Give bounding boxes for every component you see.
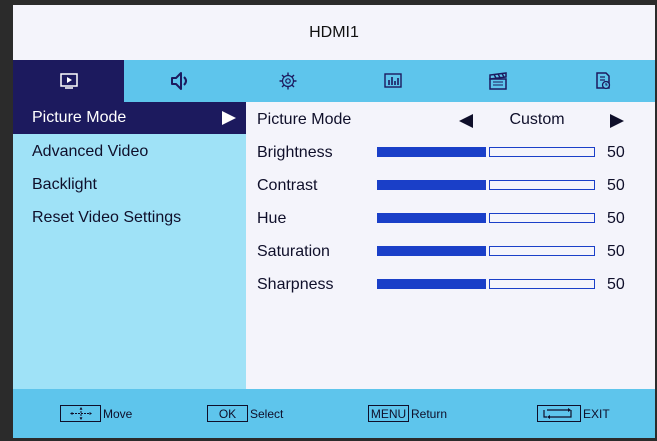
ok-key[interactable]: OK [207, 405, 248, 422]
exit-key-icon[interactable] [537, 405, 581, 422]
input-source-title: HDMI1 [13, 5, 655, 60]
gear-icon [279, 72, 297, 90]
sharpness-value: 50 [607, 276, 625, 293]
slider-fill [378, 214, 486, 222]
brightness-value: 50 [607, 144, 625, 161]
tab-setup[interactable] [235, 60, 341, 102]
settings-panel: Picture Mode Custom Brightness 50 Contra… [246, 102, 655, 389]
saturation-slider[interactable] [377, 246, 595, 256]
hue-value: 50 [607, 210, 625, 227]
contrast-row[interactable]: Contrast 50 [246, 170, 655, 202]
submenu-list: Picture Mode Advanced Video Backlight Re… [13, 102, 246, 389]
menu-item-label: Reset Video Settings [32, 209, 182, 226]
saturation-value: 50 [607, 243, 625, 260]
sharpness-label: Sharpness [257, 276, 334, 293]
contrast-value: 50 [607, 177, 625, 194]
picture-icon [59, 73, 78, 89]
tab-audio[interactable] [124, 60, 235, 102]
picture-mode-value: Custom [509, 111, 565, 128]
left-arrow-icon[interactable] [459, 114, 473, 128]
saturation-label: Saturation [257, 243, 330, 260]
slider-thumb[interactable] [485, 246, 490, 256]
picture-mode-row[interactable]: Picture Mode Custom [246, 104, 655, 136]
move-label: Move [103, 406, 133, 421]
menu-item-picture-mode[interactable]: Picture Mode [13, 102, 246, 134]
menu-item-label: Advanced Video [32, 143, 149, 160]
tab-options[interactable] [341, 60, 445, 102]
tab-picture[interactable] [13, 60, 124, 102]
slider-fill [378, 247, 486, 255]
return-label: Return [411, 406, 448, 421]
clapperboard-icon [488, 72, 507, 90]
brightness-slider[interactable] [377, 147, 595, 157]
picture-mode-label: Picture Mode [257, 111, 352, 128]
sharpness-slider[interactable] [377, 279, 595, 289]
arrow-keys-icon[interactable] [60, 405, 101, 422]
slider-thumb[interactable] [485, 213, 490, 223]
hue-label: Hue [257, 210, 287, 227]
exit-label: EXIT [583, 406, 610, 421]
tab-channel[interactable] [445, 60, 550, 102]
osd-menu: HDMI1 Picture Mode Advanced Video Backli… [0, 0, 657, 441]
speaker-icon [170, 72, 187, 90]
brightness-row[interactable]: Brightness 50 [246, 137, 655, 169]
menu-item-advanced-video[interactable]: Advanced Video [13, 136, 246, 168]
tab-lock[interactable] [550, 60, 655, 102]
select-hint: OK Select [207, 405, 283, 422]
menu-item-reset-video-settings[interactable]: Reset Video Settings [13, 202, 246, 234]
source-label: HDMI1 [309, 23, 359, 41]
hue-slider[interactable] [377, 213, 595, 223]
menu-item-backlight[interactable]: Backlight [13, 169, 246, 201]
menu-item-label: Picture Mode [32, 109, 127, 126]
key-hint-bar: Move OK Select MENU Return EXIT [13, 389, 655, 438]
slider-fill [378, 148, 486, 156]
menu-item-label: Backlight [32, 176, 97, 193]
right-arrow-icon[interactable] [610, 114, 624, 128]
return-hint: MENU Return [368, 405, 447, 422]
brightness-label: Brightness [257, 144, 333, 161]
saturation-row[interactable]: Saturation 50 [246, 236, 655, 268]
select-label: Select [250, 406, 284, 421]
slider-thumb[interactable] [485, 279, 490, 289]
slider-thumb[interactable] [485, 147, 490, 157]
hue-row[interactable]: Hue 50 [246, 203, 655, 235]
sharpness-row[interactable]: Sharpness 50 [246, 269, 655, 301]
contrast-label: Contrast [257, 177, 318, 194]
menu-key[interactable]: MENU [368, 405, 409, 422]
slider-fill [378, 181, 486, 189]
slider-fill [378, 280, 486, 288]
right-arrow-icon [222, 111, 236, 125]
move-hint: Move [60, 405, 132, 422]
contrast-slider[interactable] [377, 180, 595, 190]
slider-thumb[interactable] [485, 180, 490, 190]
equalizer-icon [384, 73, 402, 88]
exit-hint: EXIT [537, 405, 610, 422]
category-tab-bar [13, 60, 655, 102]
timer-document-icon [595, 72, 610, 90]
